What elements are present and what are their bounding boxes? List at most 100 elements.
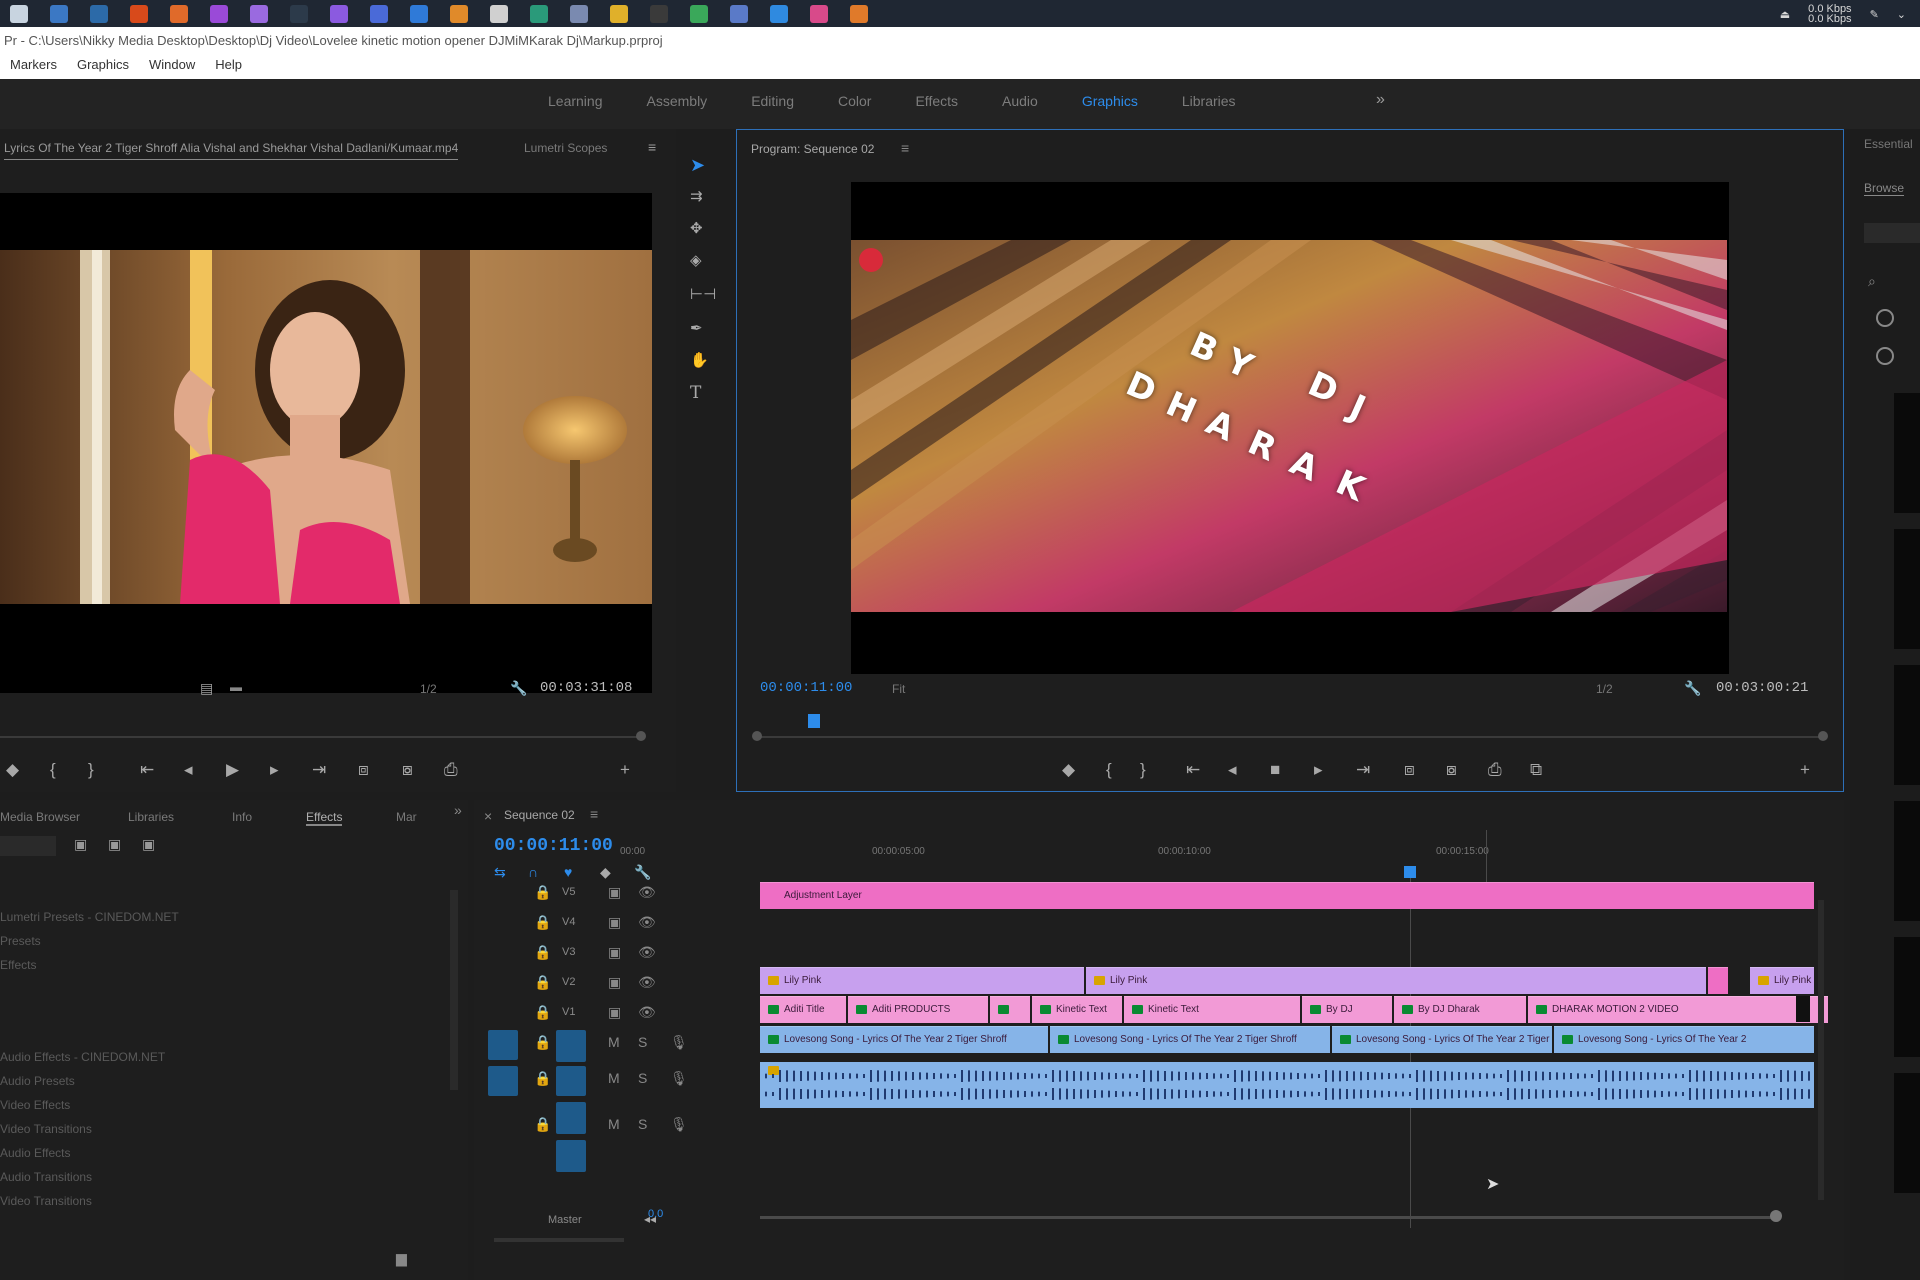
lift-icon[interactable]: ⧈ [1404,760,1415,780]
track-label-v4[interactable]: V4 [562,916,575,928]
source-timecode[interactable]: 00:03:31:08 [540,680,632,696]
sync-lock-icon[interactable]: ▣ [608,914,621,931]
menu-graphics[interactable]: Graphics [77,57,129,72]
toggle-visibility-icon[interactable]: 👁 [638,974,656,991]
wrench-icon[interactable]: 🔧 [510,680,527,697]
mute-track-icon[interactable]: M [608,1034,620,1050]
app-icon-9[interactable] [330,4,348,23]
radio-libraries[interactable] [1876,347,1894,365]
track-zoom-bar[interactable] [494,1238,624,1242]
template-thumb-3[interactable] [1894,665,1920,785]
play-icon[interactable]: ▶ [226,760,239,780]
vscode-icon[interactable] [770,4,788,23]
source-tab[interactable]: Lyrics Of The Year 2 Tiger Shroff Alia V… [4,141,459,160]
v3-clip-2[interactable]: Lily Pink [1086,967,1706,994]
extract-icon[interactable]: ⧇ [1446,760,1457,780]
yuv-effects-icon[interactable]: ▣ [142,836,155,853]
premiere-icon[interactable] [210,4,228,23]
timeline-playhead-head[interactable] [1404,866,1416,878]
program-playhead-timecode[interactable]: 00:00:11:00 [760,680,852,696]
go-to-in-icon[interactable]: ⇤ [140,760,154,780]
app-icon-21[interactable] [810,4,828,23]
effects-list-item[interactable]: Audio Presets [0,1074,75,1088]
track-lock-icon[interactable]: 🔒 [534,884,551,901]
v2-clip[interactable]: Kinetic Text [1032,996,1122,1023]
program-resolution-dropdown[interactable]: 1/2 [1596,682,1613,696]
workspace-tab-libraries[interactable]: Libraries [1182,93,1236,109]
track-lock-icon[interactable]: 🔒 [534,974,551,991]
workspace-tab-assembly[interactable]: Assembly [647,93,708,109]
overflow-menu-icon[interactable]: » [1376,91,1385,109]
panel-overflow-icon[interactable]: » [454,802,462,818]
menu-markers[interactable]: Markers [10,57,57,72]
source-patch-button[interactable] [488,1066,518,1096]
solo-track-icon[interactable]: S [638,1034,647,1050]
toggle-visibility-icon[interactable]: 👁 [638,1004,656,1021]
voice-over-record-icon[interactable]: 🎙 [670,1070,688,1087]
mark-out-icon[interactable]: } [1140,760,1146,780]
pen-tool-icon[interactable]: ✒ [690,319,703,337]
track-lock-icon[interactable]: 🔒 [534,914,551,931]
export-frame-icon[interactable]: ⎙ [1488,760,1502,780]
template-thumb-2[interactable] [1894,529,1920,649]
add-marker-timeline-icon[interactable]: ◆ [600,864,611,881]
workspace-tab-learning[interactable]: Learning [548,93,603,109]
mark-in-icon[interactable]: { [1106,760,1112,780]
scrollbar-handle[interactable] [1770,1210,1782,1222]
app-icon-17[interactable] [650,4,668,23]
v3-clip-3[interactable] [1708,967,1728,994]
radio-local[interactable] [1876,309,1894,327]
v1-clip[interactable]: Lovesong Song - Lyrics Of The Year 2 [1554,1026,1814,1053]
track-label-v1[interactable]: V1 [562,1006,575,1018]
sync-lock-icon[interactable]: ▣ [608,974,621,991]
program-scrub-bar[interactable] [756,736,1824,738]
app-icon-11[interactable] [410,4,428,23]
scrub-end-handle-program[interactable] [1818,731,1828,741]
v2-clip[interactable]: By DJ [1302,996,1392,1023]
effects-list-item[interactable]: Audio Effects - CINEDOM.NET [0,1050,165,1064]
sync-lock-icon[interactable]: ▣ [608,884,621,901]
effects-list-item[interactable]: Audio Effects [0,1146,71,1160]
slip-tool-icon[interactable]: ⊢⊣ [690,285,716,303]
timeline-horizontal-scrollbar[interactable] [760,1216,1774,1219]
scroll-left-icon[interactable]: ◂◂ [644,1212,656,1226]
step-forward-icon[interactable]: ▸ [270,760,279,780]
menu-help[interactable]: Help [215,57,242,72]
solo-track-icon[interactable]: S [638,1116,647,1132]
add-marker-icon[interactable]: ◆ [1062,760,1075,780]
voice-over-record-icon[interactable]: 🎙 [670,1116,688,1133]
linked-selection-icon[interactable]: ♥ [564,864,572,880]
toggle-visibility-icon[interactable]: 👁 [638,914,656,931]
adjustment-layer-clip[interactable]: Adjustment Layer [760,882,1814,909]
go-to-in-icon[interactable]: ⇤ [1186,760,1200,780]
timeline-settings-icon[interactable]: 🔧 [634,864,651,881]
v1-clip[interactable]: Lovesong Song - Lyrics Of The Year 2 Tig… [1050,1026,1330,1053]
track-label-v2[interactable]: V2 [562,976,575,988]
mark-in-icon[interactable]: { [50,760,56,780]
tab-mar[interactable]: Mar [396,810,417,824]
track-lock-icon[interactable]: 🔒 [534,1070,551,1087]
type-tool-icon[interactable]: T [690,383,701,403]
a1-audio-clip[interactable] [760,1062,1814,1108]
track-target-button[interactable] [556,1066,586,1096]
effects-list-item[interactable]: Video Transitions [0,1122,92,1136]
v1-clip[interactable]: Lovesong Song - Lyrics Of The Year 2 Tig… [1332,1026,1552,1053]
sync-lock-icon[interactable]: ▣ [608,1004,621,1021]
effects-list-item[interactable]: Effects [0,958,36,972]
track-select-tool-icon[interactable]: ⇉ [690,187,703,205]
workspace-tab-graphics[interactable]: Graphics [1082,93,1138,109]
v1-clip[interactable]: Lovesong Song - Lyrics Of The Year 2 Tig… [760,1026,1048,1053]
close-sequence-icon[interactable]: × [484,808,492,824]
app-icon-3[interactable] [90,4,108,23]
app-icon-12[interactable] [450,4,468,23]
menu-window[interactable]: Window [149,57,195,72]
template-thumb-5[interactable] [1894,937,1920,1057]
step-forward-icon[interactable]: ▸ [1314,760,1323,780]
eject-icon[interactable]: ⏏ [1780,8,1790,21]
template-thumb-1[interactable] [1894,393,1920,513]
tab-menu-icon[interactable]: ≡ [901,140,909,156]
track-lock-icon[interactable]: 🔒 [534,1034,551,1051]
hand-tool-icon[interactable]: ✋ [690,351,709,369]
app-icon-4[interactable] [130,4,148,23]
source-scrub-bar[interactable] [0,736,644,738]
